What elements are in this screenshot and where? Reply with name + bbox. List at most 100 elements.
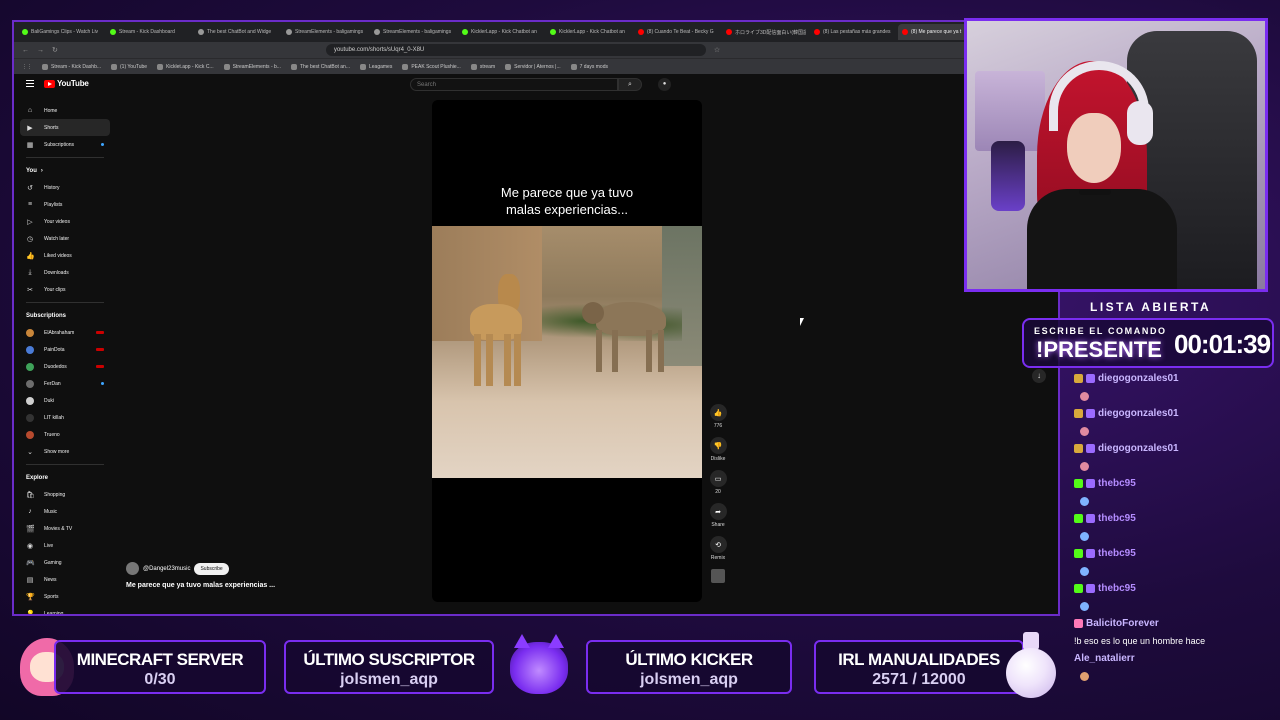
bookmark-item[interactable]: 7 days mods [570, 63, 608, 70]
like-button[interactable]: 👍 776 [708, 404, 728, 429]
bookmark-favicon-icon [157, 63, 164, 70]
sidebar-item-liked-videos[interactable]: 👍 Liked videos [20, 247, 110, 264]
sidebar-item-subscriptions[interactable]: ▦ Subscriptions [20, 136, 110, 153]
subscription-label: LIT killah [44, 414, 64, 421]
channel-avatar[interactable] [126, 562, 139, 575]
sidebar-item-downloads-label: Downloads [44, 269, 69, 276]
chat-emote-row [1074, 458, 1274, 476]
comments-button[interactable]: ▭ 20 [708, 470, 728, 495]
sidebar-item-downloads[interactable]: ⤓ Downloads [20, 264, 110, 281]
sidebar-item-sports[interactable]: 🏆 Sports [20, 588, 110, 605]
subscription-item[interactable]: LIT killah [20, 409, 110, 426]
bookmark-favicon-icon [570, 63, 577, 70]
sidebar-item-shopping[interactable]: 🛍 Shopping [20, 486, 110, 503]
chat-emote-icon [1080, 671, 1089, 681]
sidebar-item-your-clips[interactable]: ✂ Your clips [20, 281, 110, 298]
subscription-label: ElAbrahaham [44, 329, 75, 336]
short-title[interactable]: Me parece que ya tuvo malas experiencias… [126, 582, 275, 589]
browser-tab[interactable]: BaliGamings Clips - Watch Liv [18, 24, 102, 40]
browser-tab[interactable]: KicklerLapp - Kick Chatbot an [546, 24, 630, 40]
bookmark-item[interactable]: The best ChatBot an... [290, 63, 350, 70]
share-button[interactable]: ➦ Share [708, 503, 728, 528]
bookmark-item[interactable]: Servidor | Aternos |... [505, 63, 561, 70]
remix-button[interactable]: ⟲ Remix [708, 536, 728, 561]
short-video-player[interactable]: Me parece que ya tuvo malas experiencias… [432, 100, 702, 602]
apps-grid-icon[interactable]: ⋮⋮ [22, 64, 32, 70]
bookmark-star-icon[interactable]: ☆ [714, 46, 720, 54]
browser-tab[interactable]: The best ChatBot and Widge [194, 24, 278, 40]
bookmark-item[interactable]: StreamElements - b... [223, 63, 281, 70]
sidebar-item-movies-tv[interactable]: 🎬 Movies & TV [20, 520, 110, 537]
sidebar-item-music[interactable]: ♪ Music [20, 503, 110, 520]
sidebar-item-learning[interactable]: 💡 Learning [20, 605, 110, 615]
chat-badge-icon [1074, 444, 1083, 454]
subscription-item[interactable]: Duodedos [20, 358, 110, 375]
sidebar-item-history[interactable]: ↺ History [20, 179, 110, 196]
minecraft-widget: MINECRAFT SERVER 0/30 [54, 640, 266, 694]
sidebar-subscriptions-heading[interactable]: Subscriptions [20, 307, 110, 324]
show-more-button[interactable]: ⌄ Show more [20, 443, 110, 460]
channel-avatar [26, 345, 34, 354]
browser-tab[interactable]: StreamElements - baligamings [282, 24, 366, 40]
tab-favicon-icon [198, 29, 204, 35]
subscription-item[interactable]: Duki [20, 392, 110, 409]
learning-icon: 💡 [26, 610, 35, 615]
chat-emote-row [1074, 668, 1274, 686]
forward-icon[interactable]: → [37, 47, 44, 54]
bookmark-item[interactable]: Stream - Kick Dashb... [42, 63, 101, 70]
chat-badge-icon [1074, 549, 1083, 559]
dislike-button[interactable]: 👎 Dislike [708, 437, 728, 462]
subscription-item[interactable]: ElAbrahaham [20, 324, 110, 341]
subscription-label: FerDan [44, 380, 61, 387]
voice-search-button[interactable]: ● [658, 78, 671, 91]
subscription-item[interactable]: PainDota [20, 341, 110, 358]
sidebar-item-your-videos[interactable]: ▷ Your videos [20, 213, 110, 230]
channel-name[interactable]: @Dangel23music [143, 566, 190, 572]
youtube-logo[interactable]: YouTube [44, 79, 89, 88]
sidebar-divider [26, 157, 104, 158]
next-short-button[interactable]: ↓ [1032, 369, 1046, 383]
reload-icon[interactable]: ↻ [52, 46, 58, 54]
bookmark-item[interactable]: Leagames [359, 63, 392, 70]
browser-tab[interactable]: StreamElements - baligamings [370, 24, 454, 40]
bookmark-label: (1) YouTube [120, 63, 148, 70]
sound-thumbnail[interactable] [708, 569, 728, 583]
browser-tab[interactable]: ホロライブ3D配信面白い(韓国語 [722, 24, 806, 40]
sidebar-item-watch-later[interactable]: ◷ Watch later [20, 230, 110, 247]
subscribe-button[interactable]: Subscribe [194, 562, 229, 575]
back-icon[interactable]: ← [22, 47, 29, 54]
browser-tab[interactable]: KicklerLapp - Kick Chatbot an [458, 24, 542, 40]
show-more-label: Show more [44, 448, 70, 455]
sidebar-item-playlists[interactable]: ≡ Playlists [20, 196, 110, 213]
sidebar-item-news[interactable]: ▤ News [20, 571, 110, 588]
irl-goal-title: IRL MANUALIDADES [838, 650, 1000, 669]
search-button[interactable]: ⌕ [618, 78, 642, 91]
bookmark-item[interactable]: PEAK Scout Plushie... [402, 63, 461, 70]
playlists-icon: ≡ [27, 201, 33, 208]
sidebar-you-heading[interactable]: You › [20, 162, 110, 179]
chat-username: diegogonzales01 [1098, 408, 1179, 420]
last-subscriber-widget: ÚLTIMO SUSCRIPTOR jolsmen_aqp [284, 640, 494, 694]
bookmark-favicon-icon [505, 63, 512, 70]
search-input[interactable]: Search [410, 78, 618, 91]
sidebar-item-live[interactable]: ◉ Live [20, 537, 110, 554]
sidebar-item-shorts[interactable]: ▶ Shorts [20, 119, 110, 136]
bookmark-item[interactable]: Kicklet.app - Kick C... [157, 63, 214, 70]
subscription-item[interactable]: FerDan [20, 375, 110, 392]
channel-avatar [26, 430, 34, 439]
browser-tab[interactable]: (8) Las pestañas más grandes [810, 24, 894, 40]
browser-tab[interactable]: (8) Cuando Te Beat - Becky G [634, 24, 718, 40]
sidebar-item-home[interactable]: ⌂ Home [20, 102, 110, 119]
channel-avatar [26, 413, 34, 422]
chat-emote-icon [1080, 531, 1089, 541]
bookmark-item[interactable]: (1) YouTube [111, 63, 148, 70]
tab-favicon-icon [726, 29, 732, 35]
bookmark-item[interactable]: stream [470, 63, 495, 70]
sidebar-item-gaming[interactable]: 🎮 Gaming [20, 554, 110, 571]
subscription-item[interactable]: Trueno [20, 426, 110, 443]
menu-icon[interactable] [26, 80, 34, 87]
browser-tab[interactable]: Stream - Kick Dashboard [106, 24, 190, 40]
chat-message-text-row: !b eso es lo que un hombre hace [1074, 633, 1274, 651]
url-field[interactable]: youtube.com/shorts/sUqr4_0-X8U [325, 44, 706, 56]
chat-badge-icon [1086, 444, 1095, 454]
